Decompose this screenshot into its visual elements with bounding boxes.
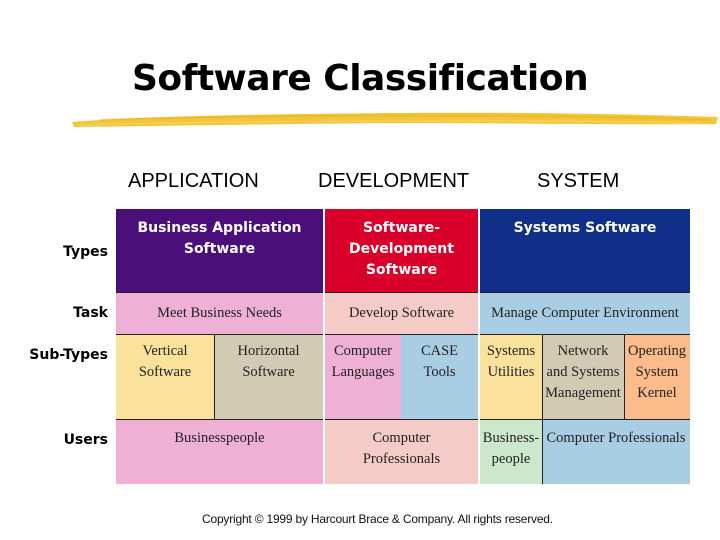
users-line: Computer [372, 430, 431, 446]
highlight-brush-stroke [72, 112, 718, 127]
users-line: people [491, 451, 531, 467]
row-label-task: Task [73, 305, 108, 321]
type-application-line: Business Application [137, 220, 302, 236]
grid-line [325, 333, 478, 335]
subtype-cell-vertical-software: Vertical Software [116, 335, 214, 419]
subtype-cell-os-kernel: Operating System Kernel [624, 335, 690, 419]
grid-line [325, 291, 478, 293]
task-cell-development: Develop Software [325, 293, 478, 334]
grid-line [480, 291, 690, 293]
subtype-cell-systems-utilities: Systems Utilities [480, 335, 542, 419]
users-cell-application: Businesspeople [116, 420, 323, 484]
subtype-cell-computer-languages: Computer Languages [325, 335, 401, 419]
task-cell-system: Manage Computer Environment [480, 293, 690, 334]
subtype-line: Software [242, 364, 295, 380]
type-development-line: Software [365, 262, 438, 278]
subtype-line: Operating [628, 343, 686, 359]
type-development-line: Software- [362, 220, 441, 236]
column-heading-application: APPLICATION [128, 170, 259, 192]
subtype-line: Software [138, 364, 192, 380]
task-application-label: Meet Business Needs [157, 305, 282, 321]
type-cell-application: Business Application Software [116, 209, 323, 292]
subtype-line: Systems [486, 343, 536, 359]
subtype-line: Computer [334, 343, 392, 359]
grid-line [623, 335, 625, 419]
subtype-line: Network [557, 343, 609, 359]
subtype-line: CASE [420, 343, 459, 359]
type-application-line: Software [183, 241, 256, 257]
grid-line [541, 420, 543, 484]
grid-line [541, 335, 543, 419]
row-label-types: Types [63, 244, 108, 260]
users-line: Business- [482, 430, 540, 446]
grid-line [213, 335, 215, 419]
grid-line [325, 418, 478, 420]
slide-title: Software Classification [132, 58, 589, 99]
subtype-line: Management [545, 385, 621, 401]
users-application-label: Businesspeople [174, 430, 265, 446]
users-line: Computer Professionals [546, 430, 686, 446]
subtype-line: and Systems [546, 364, 620, 380]
type-system-label: Systems Software [513, 220, 657, 236]
subtype-cell-horizontal-software: Horizontal Software [214, 335, 323, 419]
subtype-cell-case-tools: CASE Tools [401, 335, 478, 419]
subtype-cell-network-management: Network and Systems Management [542, 335, 624, 419]
task-system-label: Manage Computer Environment [491, 305, 679, 321]
row-label-users: Users [63, 432, 108, 448]
subtype-line: Kernel [637, 385, 677, 401]
users-line: Professionals [362, 451, 441, 467]
subtype-line: Utilities [487, 364, 535, 380]
type-cell-system: Systems Software [480, 209, 690, 292]
row-label-subtypes: Sub-Types [29, 347, 108, 363]
users-cell-system-professionals: Computer Professionals [542, 420, 690, 484]
subtype-line: Tools [423, 364, 456, 380]
users-cell-system-businesspeople: Business- people [480, 420, 542, 484]
task-development-label: Develop Software [348, 305, 455, 321]
type-development-line: Development [349, 241, 454, 257]
task-cell-application: Meet Business Needs [116, 293, 323, 334]
grid-line [116, 418, 323, 420]
copyright-notice: Copyright © 1999 by Harcourt Brace & Com… [202, 512, 553, 526]
subtype-line: Horizontal [237, 343, 300, 359]
column-heading-system: SYSTEM [537, 170, 620, 192]
grid-line [480, 333, 690, 335]
users-cell-development: Computer Professionals [325, 420, 478, 484]
column-heading-development: DEVELOPMENT [318, 170, 470, 192]
type-cell-development: Software- Development Software [325, 209, 478, 292]
grid-line [116, 333, 323, 335]
grid-line [116, 291, 323, 293]
subtype-line: Vertical [142, 343, 188, 359]
subtype-line: System [635, 364, 679, 380]
grid-line [480, 418, 690, 420]
subtype-line: Languages [331, 364, 395, 380]
